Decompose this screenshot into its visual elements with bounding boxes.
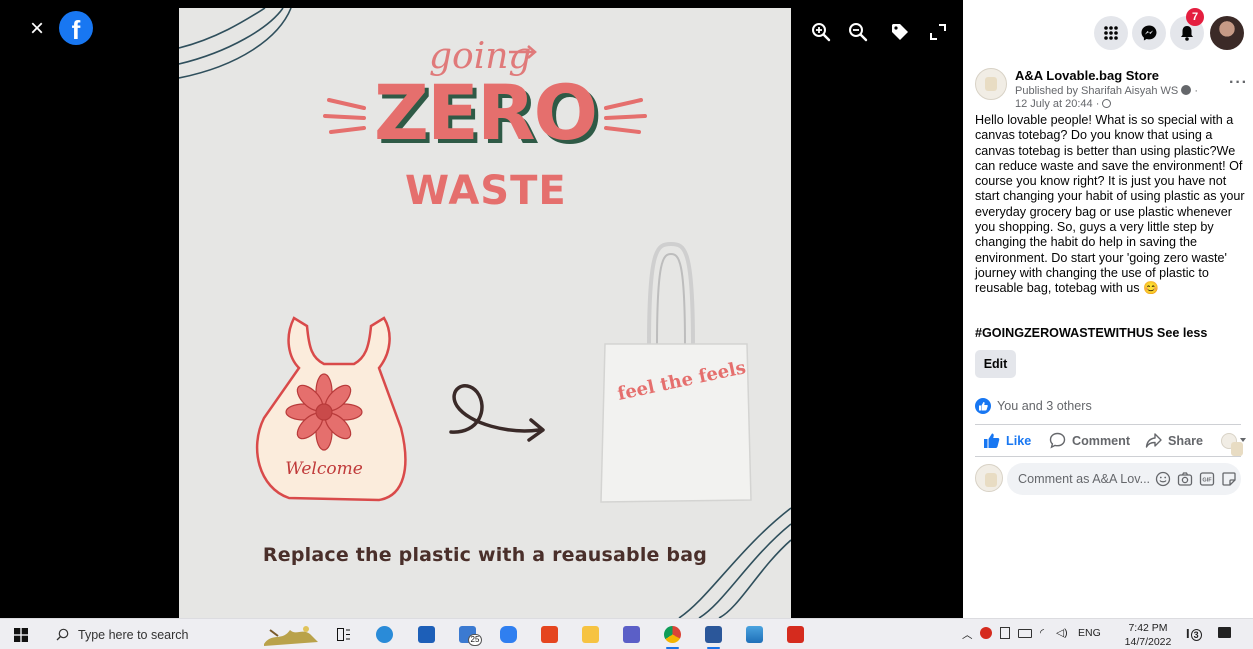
edge-browser-icon[interactable] — [376, 626, 393, 643]
reactions-count-text[interactable]: You and 3 others — [997, 399, 1092, 413]
comment-placeholder: Comment as A&A Lov... — [1018, 472, 1151, 486]
profile-avatar[interactable] — [1210, 16, 1244, 50]
info-icon — [1181, 85, 1192, 95]
published-by-label: Published by Sharifah Aisyah WS — [1015, 85, 1179, 97]
post-actions: Like Comment Share — [975, 426, 1246, 456]
share-button[interactable]: Share — [1145, 432, 1203, 449]
divider — [975, 456, 1241, 457]
tag-icon[interactable] — [890, 22, 910, 42]
office-icon[interactable] — [541, 626, 558, 643]
post-text-line: canvas totebag? Do you know that using a — [975, 128, 1213, 143]
close-viewer-button[interactable]: × — [26, 17, 48, 41]
post-text-line: journey with changing the use of plastic… — [975, 265, 1209, 280]
word-icon[interactable] — [705, 626, 722, 649]
poster-caption: Replace the plastic with a reausable bag — [262, 544, 708, 566]
post-text-line: course you know right? It is just you ha… — [975, 174, 1227, 189]
post-text-line: can reduce waste and save the environmen… — [975, 158, 1243, 173]
poster-title-waste: WASTE — [405, 168, 567, 214]
bag-left-text: Welcome — [285, 459, 363, 479]
like-button[interactable]: Like — [983, 432, 1031, 449]
notification-center-count: 3 — [1190, 629, 1202, 641]
action-center-icon[interactable] — [1218, 627, 1231, 638]
post-text-line: canvas totebag is better than using plas… — [975, 143, 1236, 158]
microsoft-store-icon[interactable] — [418, 626, 435, 643]
comment-icon — [1049, 432, 1066, 449]
wifi-icon[interactable]: ◜ — [1040, 627, 1044, 639]
comment-composer: Comment as A&A Lov... GIF — [975, 463, 1245, 495]
post-text-line: reusable bag, totebag with us 😊 — [975, 281, 1159, 296]
chrome-icon[interactable] — [664, 626, 681, 649]
camera-icon[interactable] — [1177, 471, 1193, 487]
globe-icon — [1102, 99, 1112, 108]
post-text-line: you shopping. So, guys a very little ste… — [975, 220, 1214, 235]
tablet-icon[interactable] — [1000, 627, 1010, 639]
zoom-out-icon[interactable] — [848, 22, 868, 42]
clock-time[interactable]: 7:42 PM — [1128, 622, 1168, 634]
share-icon — [1145, 433, 1162, 448]
chevron-down-icon[interactable] — [1240, 438, 1246, 442]
post-header: A&A Lovable.bag Store Published by Shari… — [975, 66, 1248, 110]
photo-viewer: × f Welcome feel the feels going ZERO WA… — [0, 0, 963, 618]
post-text-line: Hello lovable people! What is so special… — [975, 113, 1234, 127]
post-text-line: everyday grocery bag or use plastic when… — [975, 204, 1232, 219]
task-view-icon[interactable] — [337, 628, 351, 641]
thumbs-up-icon — [984, 433, 1000, 448]
gif-icon[interactable]: GIF — [1199, 471, 1215, 487]
clock-date[interactable]: 14/7/2022 — [1120, 636, 1176, 648]
fullscreen-icon[interactable] — [928, 22, 948, 42]
file-manager-icon[interactable] — [582, 626, 599, 643]
sticker-icon[interactable] — [1221, 471, 1237, 487]
post-text: Hello lovable people! What is so special… — [975, 113, 1245, 297]
taskbar-search[interactable]: Type here to search — [46, 622, 254, 647]
share-label: Share — [1168, 433, 1204, 448]
post-text-line: start changing your habit of using plast… — [975, 189, 1245, 204]
published-by-text: Published by Sharifah Aisyah WS · — [1015, 85, 1199, 97]
share-as-avatar[interactable] — [1221, 433, 1243, 456]
comment-input[interactable]: Comment as A&A Lov... GIF — [1007, 463, 1241, 495]
page-name-link[interactable]: A&A Lovable.bag Store — [1015, 68, 1159, 83]
notification-badge: 7 — [1186, 8, 1204, 26]
chevron-up-icon[interactable]: ︿ — [962, 627, 973, 642]
zoom-in-icon[interactable] — [811, 22, 831, 42]
teams-icon[interactable] — [623, 626, 640, 643]
post-text-line: changing the habit do help in saving the — [975, 235, 1197, 250]
svg-text:GIF: GIF — [1202, 478, 1212, 484]
post-photo: Welcome feel the feels going ZERO WASTE … — [179, 8, 791, 618]
search-highlight-illustration[interactable] — [262, 622, 322, 647]
search-placeholder: Type here to search — [78, 628, 189, 642]
commenter-avatar — [975, 464, 1003, 492]
mcafee-icon[interactable] — [787, 626, 804, 643]
like-label: Like — [1006, 433, 1032, 448]
menu-grid-icon[interactable] — [1094, 16, 1128, 50]
messenger-icon[interactable] — [1132, 16, 1166, 50]
panel-top-bar: 7 — [963, 0, 1253, 60]
windows-taskbar: Type here to search 25 ︿ ◜ ◁) ENG 7:42 P… — [0, 618, 1253, 649]
notification-center-icon[interactable]: I3 — [1186, 626, 1202, 641]
hashtag-see-less[interactable]: #GOINGZEROWASTEWITHUS See less — [975, 326, 1207, 340]
antivirus-tray-icon[interactable] — [980, 627, 992, 639]
comment-label: Comment — [1072, 433, 1131, 448]
post-text-line: environment. Do start your 'going zero w… — [975, 250, 1227, 265]
volume-icon[interactable]: ◁) — [1056, 627, 1068, 639]
page-avatar[interactable] — [975, 68, 1007, 100]
post-side-panel: 7 A&A Lovable.bag Store Published by Sha… — [963, 0, 1253, 618]
comment-button[interactable]: Comment — [1049, 432, 1130, 449]
divider — [975, 424, 1241, 425]
windows-start-icon[interactable] — [14, 628, 28, 642]
more-options-button[interactable]: ··· — [1229, 74, 1248, 92]
poster-title-zero: ZERO — [373, 68, 598, 157]
chat-icon[interactable] — [500, 626, 517, 643]
edit-post-button[interactable]: Edit — [975, 350, 1016, 378]
post-time-label: 12 July at 20:44 · — [1015, 98, 1100, 110]
facebook-logo-icon[interactable]: f — [59, 11, 93, 45]
file-explorer-badge: 25 — [468, 634, 482, 646]
emoji-icon[interactable] — [1155, 471, 1171, 487]
language-indicator[interactable]: ENG — [1078, 627, 1101, 639]
search-icon — [56, 628, 69, 641]
post-timestamp[interactable]: 12 July at 20:44 · — [1015, 98, 1112, 110]
like-reaction-icon — [975, 398, 991, 414]
photos-icon[interactable] — [746, 626, 763, 643]
battery-icon[interactable] — [1018, 629, 1032, 638]
